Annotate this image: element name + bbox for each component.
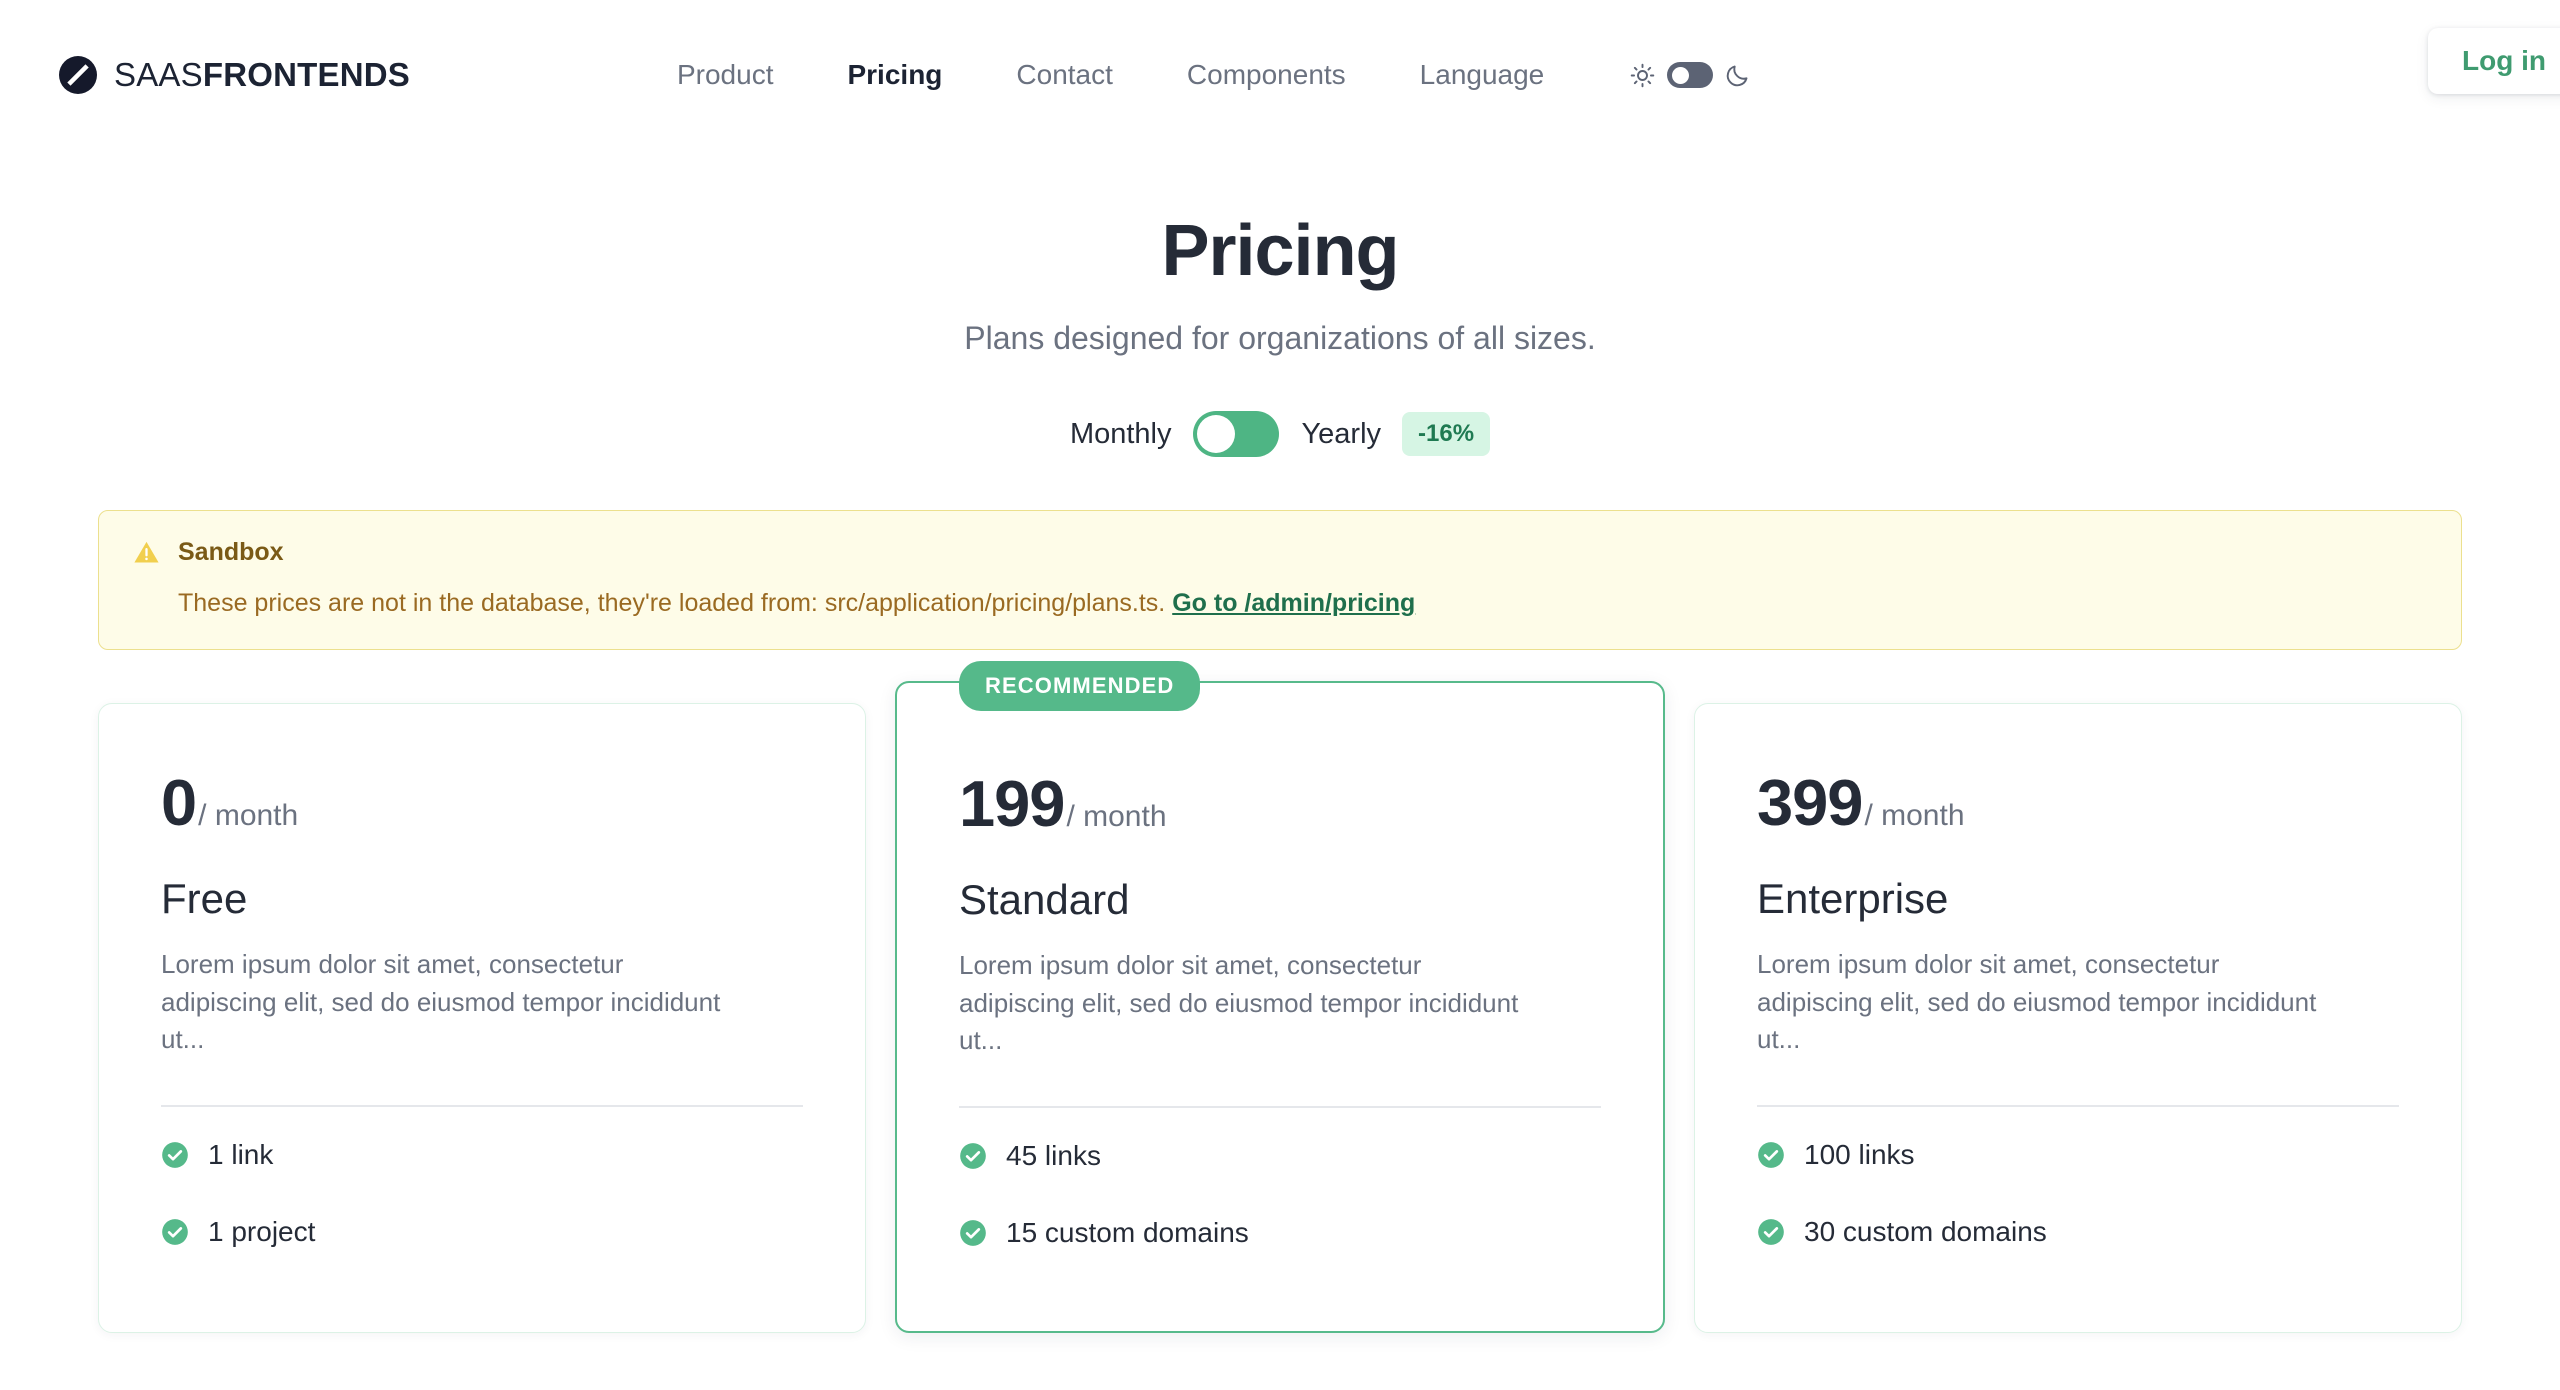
plan-price: 399 bbox=[1757, 765, 1863, 839]
brand-text-light: SAAS bbox=[114, 56, 203, 93]
plan-feature-label: 1 link bbox=[208, 1138, 274, 1170]
plan-price: 0 bbox=[161, 765, 197, 839]
plan-feature-label: 100 links bbox=[1804, 1138, 1915, 1170]
plan-period: / month bbox=[198, 798, 299, 832]
brand-logo-link[interactable]: SAASFRONTENDS bbox=[58, 52, 410, 98]
sandbox-alert-title: Sandbox bbox=[178, 538, 284, 567]
main-nav: Product Pricing Contact Components Langu… bbox=[640, 52, 1581, 98]
theme-toggle-knob bbox=[1672, 66, 1690, 84]
login-button[interactable]: Log in bbox=[2428, 28, 2560, 94]
brand-text: SAASFRONTENDS bbox=[114, 56, 410, 94]
plan-description: Lorem ipsum dolor sit amet, consectetur … bbox=[959, 949, 1519, 1056]
site-header: SAASFRONTENDS Product Pricing Contact Co… bbox=[0, 0, 2560, 173]
warning-triangle-icon bbox=[134, 542, 159, 563]
plan-name: Free bbox=[161, 874, 248, 922]
nav-item-product[interactable]: Product bbox=[640, 52, 811, 98]
plan-divider bbox=[1757, 1104, 2399, 1107]
list-item: 45 links bbox=[959, 1140, 1601, 1172]
plan-price-row: 0 / month bbox=[161, 770, 803, 835]
check-circle-icon bbox=[1758, 1141, 1784, 1168]
theme-toggle[interactable] bbox=[1667, 62, 1714, 88]
recommended-badge: RECOMMENDED bbox=[959, 660, 1201, 711]
check-circle-icon bbox=[162, 1218, 188, 1245]
plan-description: Lorem ipsum dolor sit amet, consectetur … bbox=[1757, 948, 2317, 1055]
sandbox-alert-header: Sandbox bbox=[132, 538, 2428, 567]
check-circle-icon bbox=[162, 1141, 188, 1168]
sun-icon[interactable] bbox=[1629, 62, 1656, 89]
theme-switcher bbox=[1629, 52, 1751, 98]
plan-description: Lorem ipsum dolor sit amet, consectetur … bbox=[161, 948, 721, 1055]
plan-price-row: 399 / month bbox=[1757, 770, 2399, 835]
plan-name: Standard bbox=[959, 875, 1130, 923]
plan-card-free[interactable]: 0 / month Free Lorem ipsum dolor sit ame… bbox=[98, 702, 866, 1333]
nav-item-language[interactable]: Language bbox=[1383, 52, 1582, 98]
billing-monthly-label[interactable]: Monthly bbox=[1070, 418, 1172, 451]
plan-feature-label: 15 custom domains bbox=[1006, 1216, 1249, 1248]
nav-item-contact[interactable]: Contact bbox=[979, 52, 1150, 98]
plan-card-enterprise[interactable]: 399 / month Enterprise Lorem ipsum dolor… bbox=[1694, 702, 2462, 1333]
plan-feature-label: 30 custom domains bbox=[1804, 1215, 2047, 1247]
plan-card-standard[interactable]: RECOMMENDED 199 / month Standard Lorem i… bbox=[895, 660, 1665, 1333]
check-circle-icon bbox=[960, 1219, 986, 1246]
nav-item-pricing[interactable]: Pricing bbox=[810, 52, 979, 98]
plan-feature-list: 45 links 15 custom domains bbox=[959, 1140, 1601, 1249]
plan-divider bbox=[161, 1104, 803, 1107]
billing-toggle-knob bbox=[1197, 415, 1236, 454]
sandbox-alert: Sandbox These prices are not in the data… bbox=[98, 510, 2462, 650]
pricing-plans: 0 / month Free Lorem ipsum dolor sit ame… bbox=[98, 660, 2462, 1333]
nav-item-components[interactable]: Components bbox=[1150, 52, 1383, 98]
plan-feature-list: 1 link 1 project bbox=[161, 1139, 803, 1248]
list-item: 1 link bbox=[161, 1139, 803, 1171]
brand-text-bold: FRONTENDS bbox=[202, 56, 410, 93]
page-subtitle: Plans designed for organizations of all … bbox=[964, 320, 1596, 356]
list-item: 30 custom domains bbox=[1757, 1216, 2399, 1248]
list-item: 15 custom domains bbox=[959, 1217, 1601, 1249]
plan-price-row: 199 / month bbox=[959, 771, 1601, 836]
plan-feature-list: 100 links 30 custom domains bbox=[1757, 1139, 2399, 1248]
hero-section: Pricing Plans designed for organizations… bbox=[0, 215, 2560, 357]
billing-period-switcher: Monthly Yearly -16% bbox=[0, 411, 2560, 458]
yearly-discount-badge: -16% bbox=[1402, 412, 1491, 457]
list-item: 100 links bbox=[1757, 1139, 2399, 1171]
sandbox-alert-body: These prices are not in the database, th… bbox=[178, 587, 2428, 620]
check-circle-icon bbox=[960, 1142, 986, 1169]
plan-period: / month bbox=[1066, 799, 1167, 833]
plan-name: Enterprise bbox=[1757, 874, 1949, 922]
sandbox-alert-text: These prices are not in the database, th… bbox=[178, 589, 1166, 618]
plan-price: 199 bbox=[959, 766, 1065, 840]
plan-feature-label: 1 project bbox=[208, 1215, 316, 1247]
moon-icon[interactable] bbox=[1724, 62, 1751, 89]
billing-toggle[interactable] bbox=[1193, 411, 1280, 458]
slashed-circle-logo-icon bbox=[59, 56, 97, 94]
plan-divider bbox=[959, 1105, 1601, 1108]
check-circle-icon bbox=[1758, 1218, 1784, 1245]
plan-period: / month bbox=[1864, 798, 1965, 832]
admin-pricing-link[interactable]: Go to /admin/pricing bbox=[1172, 589, 1415, 617]
billing-yearly-label[interactable]: Yearly bbox=[1301, 418, 1381, 451]
page-title: Pricing bbox=[1161, 211, 1399, 291]
list-item: 1 project bbox=[161, 1216, 803, 1248]
plan-feature-label: 45 links bbox=[1006, 1139, 1101, 1171]
